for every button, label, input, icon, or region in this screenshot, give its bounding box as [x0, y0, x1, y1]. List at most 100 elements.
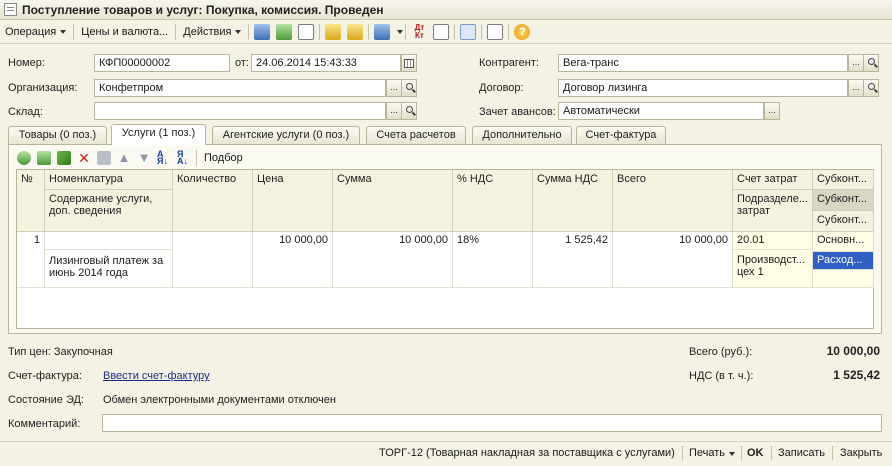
column-header-vat-rate[interactable]: % НДС: [453, 170, 533, 232]
toolbar-separator: [248, 23, 250, 40]
column-header-cost-account[interactable]: Счет затрат ...: [733, 170, 813, 190]
torg12-print-button[interactable]: ТОРГ-12 (Товарная накладная за поставщик…: [374, 445, 680, 462]
ok-button[interactable]: OK: [742, 445, 769, 462]
row-vat-rate[interactable]: 18%: [453, 232, 533, 288]
row-quantity[interactable]: [173, 232, 253, 288]
organization-select-button[interactable]: ...: [386, 79, 402, 97]
search-icon: [867, 83, 875, 90]
list-icon[interactable]: [487, 23, 504, 40]
counterparty-open-button[interactable]: [863, 54, 879, 72]
chevron-down-icon: [235, 29, 242, 34]
toolbar-separator: [73, 23, 75, 40]
tab-goods[interactable]: Товары (0 поз.): [8, 126, 107, 144]
post-and-close-icon[interactable]: [254, 23, 271, 40]
print-menu[interactable]: Печать: [684, 445, 740, 462]
post-document-icon[interactable]: [325, 23, 342, 40]
column-header-price[interactable]: Цена: [253, 170, 333, 232]
column-header-vat-sum[interactable]: Сумма НДС: [533, 170, 613, 232]
date-field[interactable]: 24.06.2014 15:43:33: [251, 54, 401, 72]
row-total[interactable]: 10 000,00: [613, 232, 733, 288]
operation-menu[interactable]: Операция: [0, 22, 71, 42]
enter-based-on-icon[interactable]: [374, 23, 391, 40]
row-subconto-3[interactable]: [813, 270, 874, 288]
row-subconto-1[interactable]: Основн...: [813, 232, 874, 252]
table-toolbar: ✕ ▲ ▼ А Я↓ Я А↓ Подбор: [14, 148, 248, 168]
advance-field[interactable]: Автоматически: [558, 102, 764, 120]
row-subdivision[interactable]: Производст... цех 1: [733, 250, 813, 288]
refresh-icon[interactable]: [276, 23, 293, 40]
chevron-down-icon: [60, 29, 67, 34]
warehouse-open-button[interactable]: [401, 102, 417, 120]
column-header-total[interactable]: Всего: [613, 170, 733, 232]
help-icon[interactable]: ?: [514, 23, 531, 40]
tab-settlement-accounts[interactable]: Счета расчетов: [366, 126, 466, 144]
row-sum[interactable]: 10 000,00: [333, 232, 453, 288]
column-header-subdivision[interactable]: Подразделе... затрат: [733, 190, 813, 232]
tab-additional[interactable]: Дополнительно: [472, 126, 572, 144]
advance-select-button[interactable]: ...: [764, 102, 780, 120]
print-menu-label: Печать: [689, 447, 726, 459]
vat-value: 1 525,42: [833, 368, 880, 382]
counterparty-select-button[interactable]: ...: [848, 54, 864, 72]
edit-icon[interactable]: [57, 151, 71, 165]
add-row-icon[interactable]: [17, 151, 31, 165]
number-field[interactable]: КФП00000002: [94, 54, 230, 72]
organization-field[interactable]: Конфетпром: [94, 79, 386, 97]
toolbar-separator: [196, 150, 197, 166]
services-table: № Номенклатура Содержание услуги, доп. с…: [16, 169, 874, 329]
contract-open-button[interactable]: [863, 79, 879, 97]
close-button[interactable]: Закрыть: [835, 445, 887, 462]
column-header-subconto-3[interactable]: Субконт...: [813, 211, 874, 232]
actions-menu[interactable]: Действия: [178, 22, 246, 42]
date-label: от:: [235, 57, 249, 69]
column-header-sum[interactable]: Сумма: [333, 170, 453, 232]
toolbar-separator: [405, 23, 407, 40]
end-edit-icon[interactable]: [97, 151, 111, 165]
save-button[interactable]: Записать: [773, 445, 830, 462]
row-num[interactable]: 1: [17, 232, 45, 288]
comment-field[interactable]: [102, 414, 882, 432]
organization-open-button[interactable]: [401, 79, 417, 97]
row-content[interactable]: Лизинговый платеж за июнь 2014 года: [45, 250, 173, 288]
warehouse-field[interactable]: [94, 102, 386, 120]
sort-descending-icon[interactable]: Я А↓: [177, 150, 191, 166]
calendar-button[interactable]: [401, 54, 417, 72]
column-header-subconto-2[interactable]: Субконт...: [813, 190, 874, 211]
tab-invoice[interactable]: Счет-фактура: [576, 126, 666, 144]
row-cost-account[interactable]: 20.01: [733, 232, 813, 250]
warehouse-select-button[interactable]: ...: [386, 102, 402, 120]
move-up-icon[interactable]: ▲: [117, 151, 131, 165]
column-header-nomenclature[interactable]: Номенклатура: [45, 170, 173, 190]
advance-label: Зачет авансов:: [479, 106, 556, 118]
column-header-quantity[interactable]: Количество: [173, 170, 253, 232]
contract-field[interactable]: Договор лизинга: [558, 79, 848, 97]
new-document-icon[interactable]: [298, 23, 315, 40]
prices-button[interactable]: Цены и валюта...: [76, 22, 173, 42]
tab-services[interactable]: Услуги (1 поз.): [111, 124, 206, 145]
command-separator: [832, 446, 833, 460]
counterparty-field[interactable]: Вега-транс: [558, 54, 848, 72]
copy-row-icon[interactable]: [37, 151, 51, 165]
chevron-down-icon[interactable]: [397, 29, 404, 34]
column-header-content[interactable]: Содержание услуги, доп. сведения: [45, 190, 173, 232]
row-nomenclature[interactable]: [45, 232, 173, 250]
report-icon[interactable]: [433, 23, 450, 40]
enter-invoice-link[interactable]: Ввести счет-фактуру: [103, 370, 210, 382]
structure-icon[interactable]: [460, 23, 477, 40]
sort-ascending-icon[interactable]: А Я↓: [157, 150, 171, 166]
contract-select-button[interactable]: ...: [848, 79, 864, 97]
row-vat-sum[interactable]: 1 525,42: [533, 232, 613, 288]
command-separator: [682, 446, 683, 460]
contract-label: Договор:: [479, 82, 524, 94]
toolbar-separator: [319, 23, 321, 40]
row-subconto-2[interactable]: Расход...: [813, 252, 874, 270]
tab-agent-services[interactable]: Агентские услуги (0 поз.): [212, 126, 360, 144]
unpost-document-icon[interactable]: [347, 23, 364, 40]
delete-icon[interactable]: ✕: [77, 151, 91, 165]
row-price[interactable]: 10 000,00: [253, 232, 333, 288]
selection-button[interactable]: Подбор: [199, 148, 248, 168]
move-down-icon[interactable]: ▼: [137, 151, 151, 165]
column-header-num[interactable]: №: [17, 170, 45, 232]
column-header-subconto-1[interactable]: Субконт...: [813, 170, 874, 190]
debit-credit-icon[interactable]: Дт Кт: [411, 23, 427, 40]
